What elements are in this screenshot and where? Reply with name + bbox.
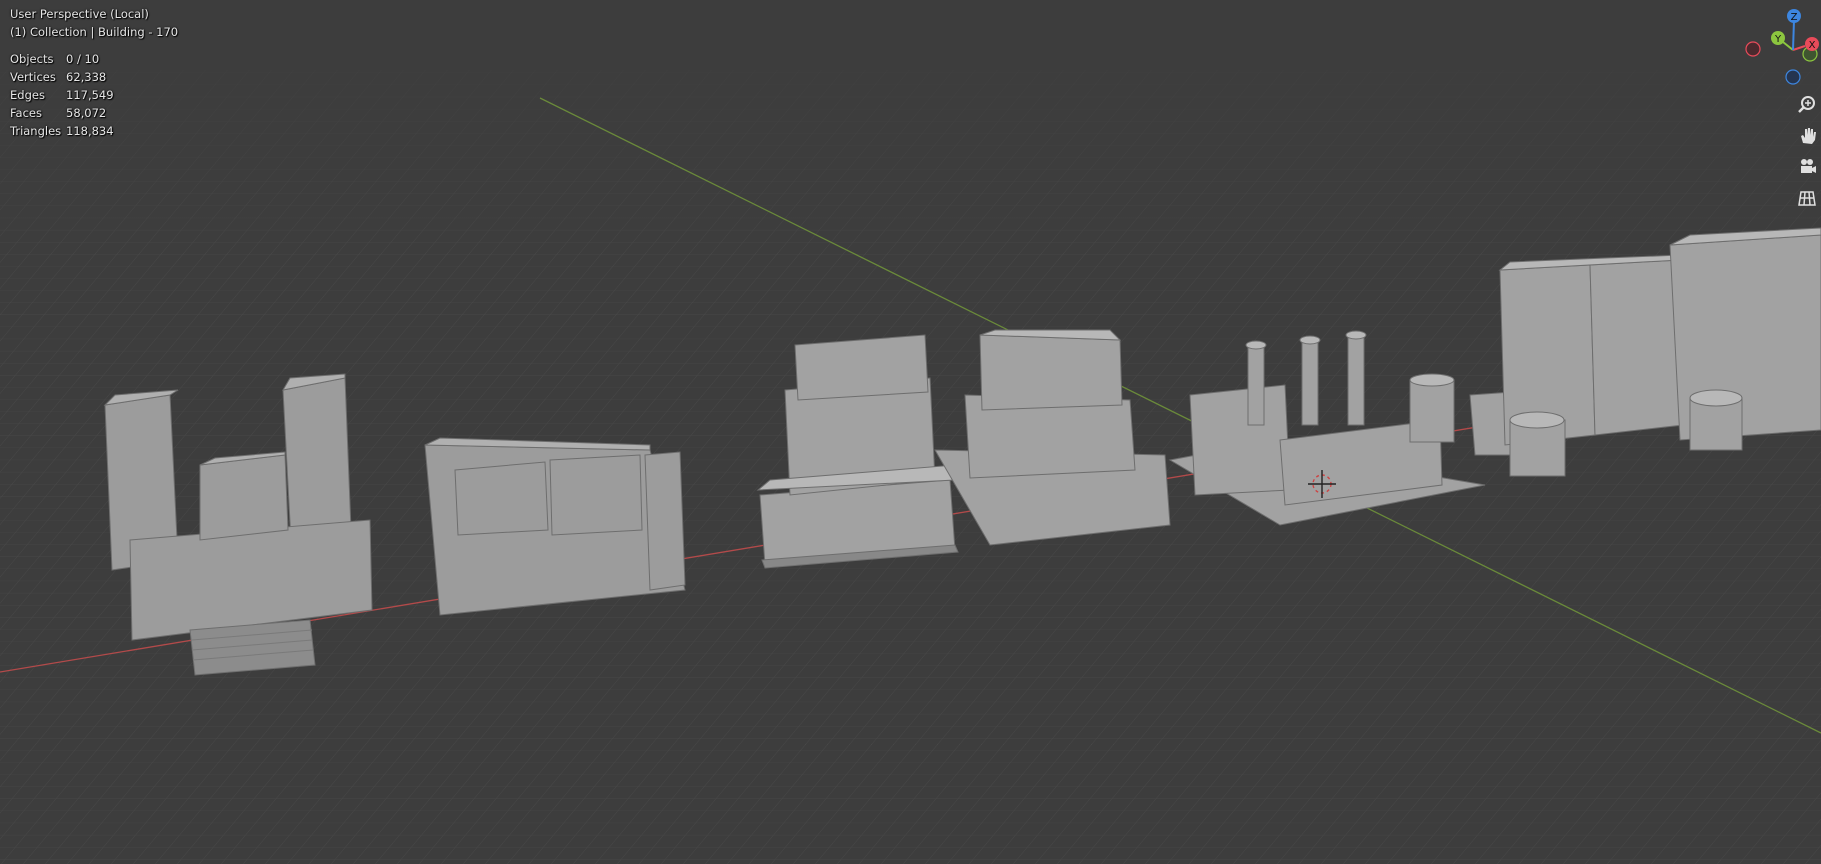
- building-low-block[interactable]: [424, 437, 686, 616]
- zoom-icon: [1798, 96, 1815, 113]
- navigation-gizmo[interactable]: X Y Z: [1741, 0, 1821, 95]
- ortho-toggle-button[interactable]: [1793, 184, 1821, 212]
- view-perspective-label: User Perspective (Local): [10, 7, 149, 21]
- 3d-viewport[interactable]: [0, 0, 1821, 864]
- stat-value: 62,338: [66, 70, 107, 84]
- stat-row-edges: Edges 117,549: [10, 86, 114, 104]
- hand-pan-icon: [1801, 128, 1816, 144]
- gizmo-x-label: X: [1809, 40, 1816, 51]
- stat-label: Edges: [10, 88, 45, 102]
- stat-label: Triangles: [10, 124, 62, 138]
- pan-button[interactable]: [1793, 122, 1821, 150]
- grid-ortho-icon: [1798, 191, 1816, 206]
- active-object-label: (1) Collection | Building - 170: [10, 25, 179, 39]
- stat-row-faces: Faces 58,072: [10, 104, 114, 122]
- camera-view-button[interactable]: [1793, 153, 1821, 181]
- zoom-button[interactable]: [1793, 91, 1821, 119]
- viewport-header: User Perspective (Local) (1) Collection …: [10, 5, 178, 41]
- gizmo-neg-x[interactable]: [1745, 41, 1761, 57]
- stat-value: 0 / 10: [66, 52, 100, 66]
- stat-label: Objects: [10, 52, 54, 66]
- gizmo-y-label: Y: [1774, 34, 1782, 45]
- stat-row-triangles: Triangles 118,834: [10, 122, 114, 140]
- building-far-right[interactable]: [1669, 227, 1821, 451]
- navigation-tools: [1791, 88, 1821, 215]
- gizmo-z-label: Z: [1791, 12, 1798, 23]
- stat-value: 118,834: [66, 124, 114, 138]
- stat-row-vertices: Vertices 62,338: [10, 68, 114, 86]
- stat-label: Vertices: [10, 70, 56, 84]
- stat-value: 58,072: [66, 106, 107, 120]
- stat-value: 117,549: [66, 88, 114, 102]
- camera-icon: [1801, 159, 1816, 173]
- gizmo-neg-z[interactable]: [1785, 69, 1801, 85]
- stat-row-objects: Objects 0 / 10: [10, 50, 114, 68]
- stat-label: Faces: [10, 106, 42, 120]
- scene-statistics: Objects 0 / 10 Vertices 62,338 Edges 117…: [10, 50, 114, 140]
